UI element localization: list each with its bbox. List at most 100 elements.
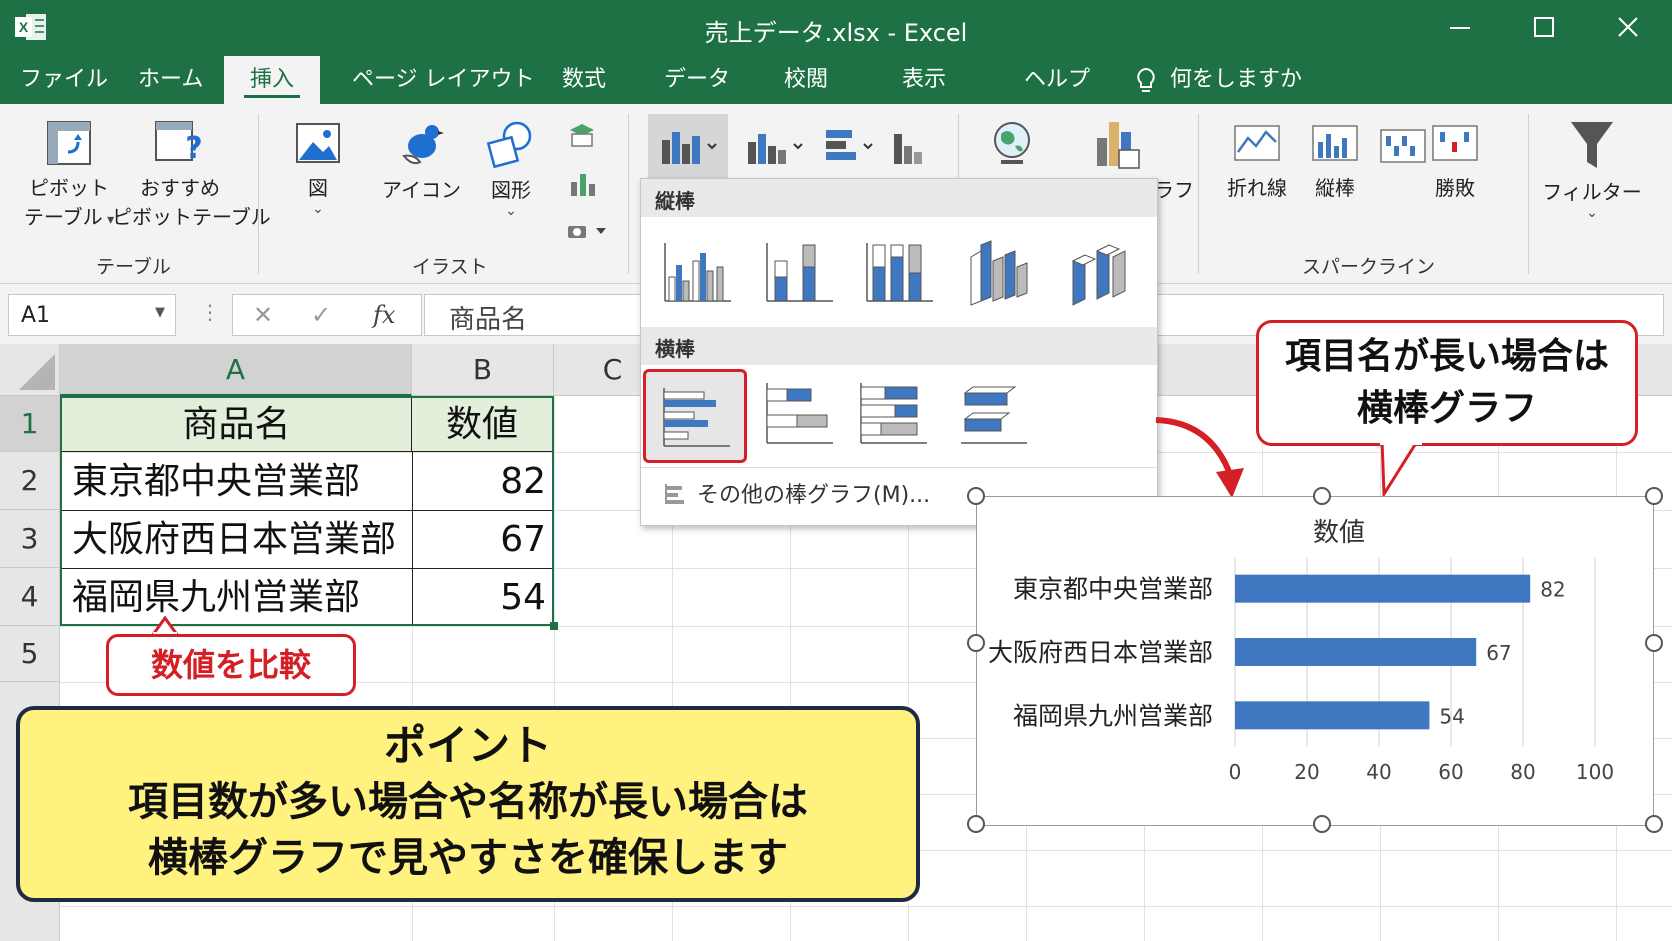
picture-button[interactable]: 図 ⌄: [290, 118, 346, 217]
tab-page-layout[interactable]: ページ レイアウト: [352, 56, 535, 104]
grid-line: [60, 906, 1672, 907]
sparkline-line-button[interactable]: 折れ線: [1220, 118, 1294, 201]
tab-file[interactable]: ファイル: [20, 56, 108, 104]
x-tick-label: 0: [1229, 760, 1242, 784]
row-header-4[interactable]: 4: [0, 568, 60, 626]
more-options-icon: ⋮: [200, 300, 220, 324]
cell-a2[interactable]: 東京都中央営業部: [72, 454, 410, 510]
sparkline-column-button[interactable]: 縦棒: [1300, 118, 1370, 201]
statistic-chart-icon[interactable]: [890, 126, 930, 166]
svg-text:?: ?: [185, 131, 202, 166]
data-label: 54: [1439, 704, 1464, 728]
title-bar: X 売上データ.xlsx - Excel: [0, 0, 1672, 56]
resize-handle[interactable]: [967, 815, 985, 833]
waterfall-chart-icon[interactable]: [822, 126, 886, 166]
filter-button[interactable]: フィルター ⌄: [1540, 118, 1644, 221]
tell-me-search[interactable]: 何をしますか: [1170, 56, 1302, 104]
tab-home[interactable]: ホーム: [138, 56, 203, 104]
bar-chart-menu-button[interactable]: [648, 114, 728, 178]
recommended-pivot-icon: ?: [155, 121, 203, 166]
ribbon-separator: [1528, 114, 1529, 274]
3d-model-icon[interactable]: [566, 122, 598, 150]
row-header-1[interactable]: 1: [0, 396, 60, 452]
group-label-table: テーブル: [96, 256, 171, 278]
picture-label: 図: [308, 176, 328, 200]
cell-a4[interactable]: 福岡県九州営業部: [72, 570, 410, 626]
resize-handle[interactable]: [1313, 487, 1331, 505]
smartart-icon[interactable]: [568, 170, 598, 200]
name-box[interactable]: A1 ▼: [8, 294, 176, 336]
chart-canvas: 数値 0 20 40 60 80 100 東京都中央営業部 82 大阪府西日本営業部 67 福岡県九…: [988, 518, 1614, 784]
row-header-5[interactable]: 5: [0, 626, 60, 682]
category-label: 福岡県九州営業部: [1013, 701, 1213, 730]
cell-b2[interactable]: 82: [412, 454, 546, 510]
cell-b1[interactable]: 数値: [412, 398, 552, 452]
sparkline-winloss-button[interactable]: 勝敗: [1420, 118, 1490, 201]
name-box-dropdown-icon[interactable]: ▼: [155, 305, 165, 320]
column-header-a[interactable]: A: [60, 344, 412, 396]
hierarchy-chart-icon[interactable]: [744, 126, 808, 166]
cell-a3[interactable]: 大阪府西日本営業部: [72, 512, 410, 568]
tab-insert[interactable]: 挿入: [224, 56, 321, 104]
recommended-pivot-button[interactable]: ? おすすめ ピボットテーブル: [112, 118, 271, 230]
pivot-table-button[interactable]: ピボット テーブル ▾: [14, 118, 124, 230]
insert-function-icon[interactable]: fx: [373, 301, 395, 329]
3d-bar-option[interactable]: [957, 379, 1031, 449]
tab-formulas[interactable]: 数式: [562, 56, 606, 104]
resize-handle[interactable]: [1313, 815, 1331, 833]
100-stacked-column-option[interactable]: [863, 237, 937, 307]
window-title: 売上データ.xlsx - Excel: [704, 19, 968, 47]
resize-handle[interactable]: [1645, 634, 1663, 652]
clustered-bar-option[interactable]: [643, 369, 747, 463]
column-header-b[interactable]: B: [412, 344, 554, 396]
row-header-2[interactable]: 2: [0, 452, 60, 510]
ribbon-separator: [1198, 114, 1199, 274]
resize-handle[interactable]: [967, 487, 985, 505]
resize-handle[interactable]: [1645, 487, 1663, 505]
picture-caret-icon: ⌄: [312, 201, 324, 217]
pivot-table-icon: [47, 121, 91, 165]
close-button[interactable]: [1608, 10, 1648, 46]
section-bar: 横棒: [641, 327, 1157, 365]
row-header-3[interactable]: 3: [0, 510, 60, 568]
100-stacked-bar-option[interactable]: [857, 379, 931, 449]
pivot-table-label-2: テーブル ▾: [23, 205, 115, 229]
maximize-icon: [1534, 17, 1554, 37]
bar-chart-small-icon: [665, 484, 684, 504]
resize-handle[interactable]: [1645, 815, 1663, 833]
shapes-button[interactable]: 図形 ⌄: [480, 118, 542, 219]
table-border: [62, 568, 552, 569]
more-bar-charts-item[interactable]: その他の棒グラフ(M)...: [663, 477, 930, 509]
screenshot-icon[interactable]: [566, 218, 610, 242]
maximize-button[interactable]: [1524, 10, 1564, 46]
cancel-icon[interactable]: ✕: [253, 301, 273, 329]
3d-column-option[interactable]: [1063, 237, 1137, 307]
cell-b3[interactable]: 67: [412, 512, 546, 568]
menu-divider: [641, 467, 1157, 468]
icons-label: アイコン: [382, 178, 461, 202]
cell-a1[interactable]: 商品名: [62, 398, 412, 452]
enter-icon[interactable]: ✓: [311, 301, 331, 329]
tab-review[interactable]: 校閲: [784, 56, 828, 104]
minimize-button[interactable]: [1440, 10, 1480, 46]
x-tick-label: 20: [1294, 760, 1319, 784]
shapes-label: 図形: [491, 178, 531, 202]
3d-clustered-column-option[interactable]: [963, 237, 1037, 307]
bar-chart[interactable]: 数値 0 20 40 60 80 100 東京都中央営業部 82 大阪府西日本営業部 67 福岡県九…: [976, 496, 1654, 826]
tab-view[interactable]: 表示: [902, 56, 946, 104]
select-all-corner[interactable]: [0, 344, 60, 396]
tab-data[interactable]: データ: [664, 56, 730, 104]
picture-icon: [296, 123, 340, 163]
line-sparkline-icon: [1234, 125, 1280, 161]
resize-handle[interactable]: [967, 634, 985, 652]
ribbon-separator: [258, 114, 259, 274]
cell-b4[interactable]: 54: [412, 570, 546, 626]
fill-handle[interactable]: [550, 622, 558, 630]
icons-button[interactable]: アイコン: [382, 118, 461, 203]
bird-icon: [402, 125, 444, 165]
tab-help[interactable]: ヘルプ: [1024, 56, 1090, 104]
stacked-column-option[interactable]: [763, 237, 837, 307]
clustered-column-option[interactable]: [661, 237, 735, 307]
stacked-bar-option[interactable]: [763, 379, 837, 449]
table-border: [412, 452, 413, 624]
